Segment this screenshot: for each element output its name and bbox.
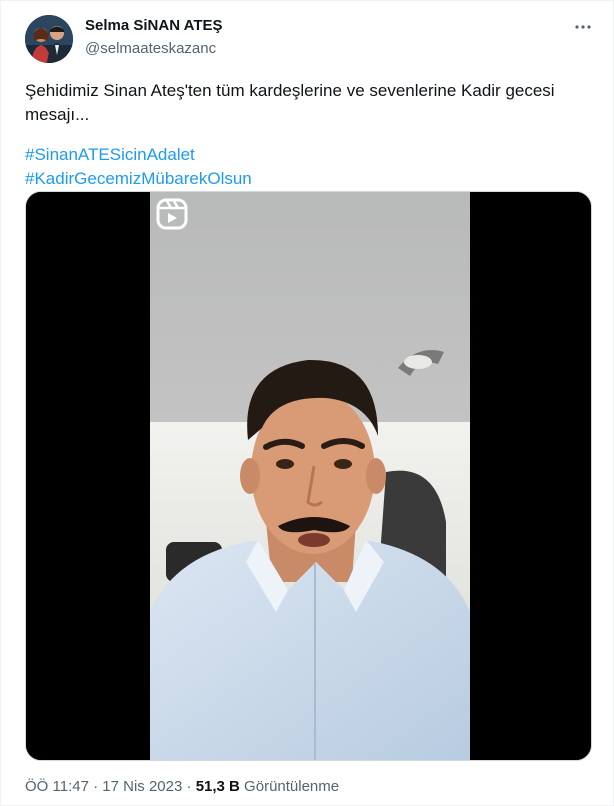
- more-options-icon[interactable]: [571, 19, 595, 35]
- video-frame: [26, 192, 591, 760]
- hashtag-link[interactable]: #SinanATESicinAdalet: [25, 143, 595, 167]
- meta-separator: ·: [182, 778, 196, 795]
- tweet-meta: ÖÖ 11:47 · 17 Nis 2023 · 51,3 B Görüntül…: [25, 778, 339, 795]
- avatar-photo: [25, 15, 73, 63]
- views-count: 51,3 B: [195, 778, 240, 795]
- meta-separator: ·: [88, 778, 103, 795]
- tweet-card: Selma SiNAN ATEŞ @selmaateskazanc Şehidi…: [0, 0, 614, 806]
- author-name[interactable]: Selma SiNAN ATEŞ: [85, 17, 223, 34]
- tweet-text-line: Şehidimiz Sinan Ateş'ten tüm kardeşlerin…: [25, 81, 555, 100]
- tweet-text-line: mesajı...: [25, 105, 90, 124]
- video-player[interactable]: [25, 191, 592, 761]
- views-label: Görüntülenme: [239, 778, 340, 795]
- hashtag-link[interactable]: #KadirGecemizMübarekOlsun: [25, 167, 595, 191]
- tweet-time[interactable]: ÖÖ 11:47: [25, 778, 89, 795]
- avatar[interactable]: [25, 15, 73, 63]
- author-handle[interactable]: @selmaateskazanc: [85, 40, 216, 57]
- tweet-date[interactable]: 17 Nis 2023: [102, 778, 182, 795]
- tweet-text: Şehidimiz Sinan Ateş'ten tüm kardeşlerin…: [25, 79, 595, 191]
